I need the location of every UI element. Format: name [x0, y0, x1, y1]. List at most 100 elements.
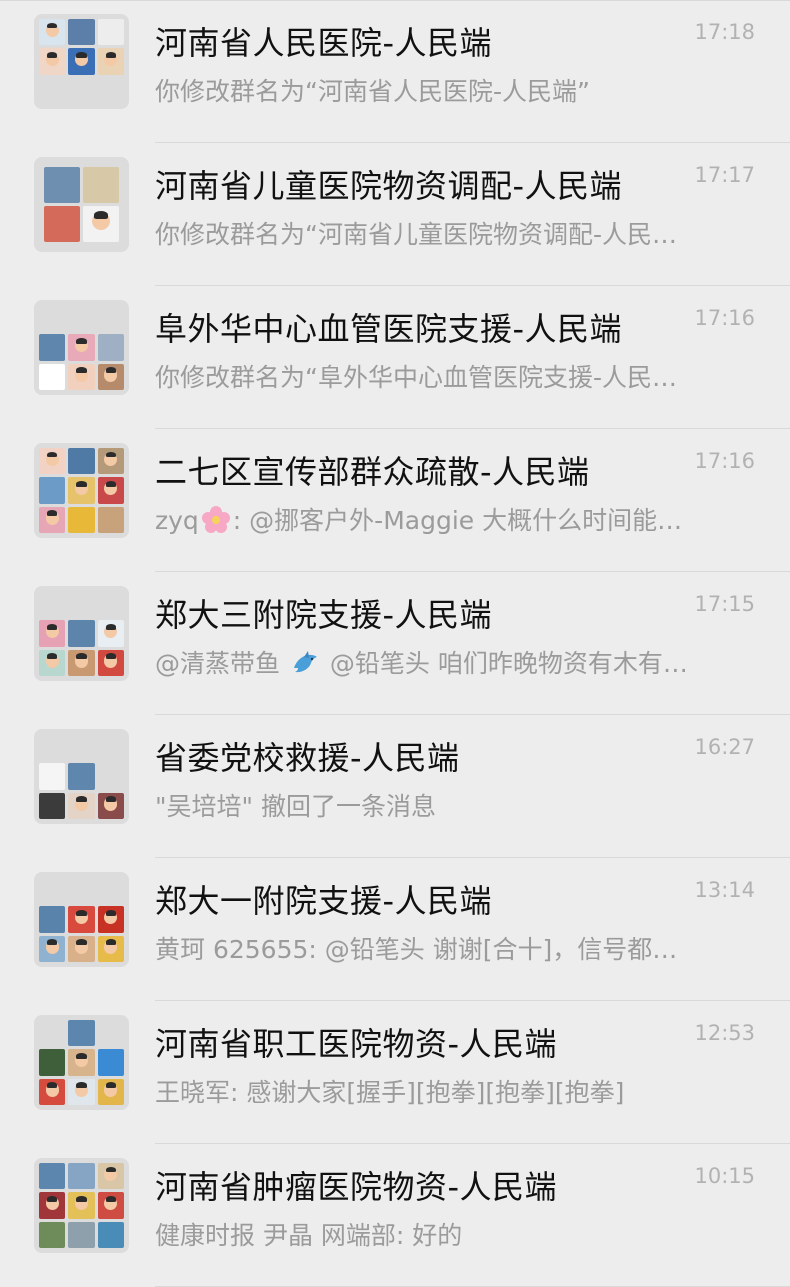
chat-row-party-school-rescue[interactable]: 省委党校救援-人民端 16:27 "吴培培" 撤回了一条消息	[0, 715, 790, 858]
avatar-tile	[68, 649, 95, 676]
avatar-tile	[39, 477, 66, 504]
avatar-tile	[68, 1020, 95, 1047]
avatar-tile	[68, 906, 95, 933]
avatar-tile	[97, 48, 124, 75]
avatar-tile	[97, 935, 124, 962]
chat-name: 二七区宣传部群众疏散-人民端	[155, 453, 590, 491]
chat-name: 省委党校救援-人民端	[155, 739, 460, 777]
avatar-tile	[83, 206, 119, 242]
chat-row-fuwai-central-china-hospital[interactable]: 阜外华中心血管医院支援-人民端 17:16 你修改群名为“阜外华中心血管医院支援…	[0, 286, 790, 429]
avatar-tile	[68, 792, 95, 819]
chat-time: 12:53	[694, 1021, 755, 1045]
chat-time: 16:27	[694, 735, 755, 759]
avatar-tile	[97, 19, 124, 46]
chat-preview: @清蒸带鱼 @铅笔头 咱们昨晚物资有木有…	[155, 644, 750, 680]
avatar-tile	[44, 167, 80, 203]
chat-preview: 你修改群名为“河南省人民医院-人民端”	[155, 77, 590, 106]
preview-text: : @挪客户外-Maggie 大概什么时间能…	[232, 506, 683, 535]
preview-sender: zyq	[155, 506, 199, 535]
group-avatar	[34, 1158, 129, 1253]
avatar-tile	[39, 48, 66, 75]
chat-preview: "吴培培" 撤回了一条消息	[155, 792, 436, 821]
chat-time: 10:15	[694, 1164, 755, 1188]
group-avatar	[34, 14, 129, 109]
avatar-tile	[83, 167, 119, 203]
avatar-tile	[39, 334, 66, 361]
chat-row-henan-provincial-people-hospital[interactable]: 河南省人民医院-人民端 17:18 你修改群名为“河南省人民医院-人民端”	[0, 0, 790, 143]
flower-emoji-icon	[201, 506, 230, 533]
dolphin-emoji-icon	[293, 651, 317, 673]
avatar-tile	[68, 877, 95, 904]
chat-row-zhengda-first-hospital[interactable]: 郑大一附院支援-人民端 13:14 黄珂 625655: @铅笔头 谢谢[合十]…	[0, 858, 790, 1001]
avatar-tile	[39, 620, 66, 647]
chat-time: 17:17	[694, 163, 755, 187]
avatar-tile	[39, 305, 66, 332]
avatar-tile	[68, 334, 95, 361]
group-avatar	[34, 300, 129, 395]
chat-name: 郑大一附院支援-人民端	[155, 882, 493, 920]
avatar-tile	[39, 1163, 66, 1190]
avatar-tile	[39, 649, 66, 676]
avatar-tile	[68, 1078, 95, 1105]
avatar-tile	[39, 734, 66, 761]
chat-row-henan-children-hospital[interactable]: 河南省儿童医院物资调配-人民端 17:17 你修改群名为“河南省儿童医院物资调配…	[0, 143, 790, 286]
group-avatar	[34, 872, 129, 967]
avatar-tile	[97, 649, 124, 676]
chat-preview: 黄珂 625655: @铅笔头 谢谢[合十]，信号都…	[155, 935, 678, 964]
chat-name: 河南省职工医院物资-人民端	[155, 1025, 558, 1063]
chat-row-henan-workers-hospital[interactable]: 河南省职工医院物资-人民端 12:53 王晓军: 感谢大家[握手][抱拳][抱拳…	[0, 1001, 790, 1144]
avatar-tile	[39, 763, 66, 790]
avatar-tile	[39, 506, 66, 533]
avatar-tile	[68, 448, 95, 475]
avatar-tile	[97, 477, 124, 504]
avatar-tile	[39, 19, 66, 46]
avatar-tile	[39, 1192, 66, 1219]
chat-row-henan-cancer-hospital[interactable]: 河南省肿瘤医院物资-人民端 10:15 健康时报 尹晶 网端部: 好的	[0, 1144, 790, 1287]
avatar-tile	[97, 1020, 124, 1047]
preview-mention: @清蒸带鱼	[155, 649, 281, 678]
avatar-tile	[68, 506, 95, 533]
avatar-tile	[97, 334, 124, 361]
chat-preview: zyq : @挪客户外-Maggie 大概什么时间能…	[155, 501, 750, 537]
avatar-tile	[68, 363, 95, 390]
chat-row-erqi-district-publicity[interactable]: 二七区宣传部群众疏散-人民端 17:16 zyq: @挪客户外-Maggie 大…	[0, 429, 790, 572]
chat-time: 17:16	[694, 306, 755, 330]
avatar-tile	[68, 1192, 95, 1219]
avatar-tile	[97, 877, 124, 904]
avatar-tile	[68, 1163, 95, 1190]
avatar-tile	[97, 906, 124, 933]
avatar-tile	[39, 935, 66, 962]
group-avatar	[34, 157, 129, 252]
avatar-tile	[68, 48, 95, 75]
group-avatar	[34, 1015, 129, 1110]
chat-name: 河南省儿童医院物资调配-人民端	[155, 167, 623, 205]
avatar-tile	[68, 1221, 95, 1248]
avatar-tile	[68, 620, 95, 647]
chat-name: 郑大三附院支援-人民端	[155, 596, 493, 634]
avatar-tile	[68, 1049, 95, 1076]
avatar-tile	[97, 1192, 124, 1219]
avatar-tile	[97, 448, 124, 475]
avatar-tile	[97, 506, 124, 533]
avatar-tile	[39, 792, 66, 819]
avatar-tile	[68, 935, 95, 962]
avatar-tile	[97, 363, 124, 390]
avatar-tile	[68, 19, 95, 46]
avatar-tile	[97, 792, 124, 819]
avatar-tile	[39, 906, 66, 933]
avatar-tile	[97, 1221, 124, 1248]
avatar-tile	[97, 620, 124, 647]
avatar-tile	[97, 763, 124, 790]
chat-name: 阜外华中心血管医院支援-人民端	[155, 310, 623, 348]
avatar-tile	[39, 877, 66, 904]
avatar-tile	[68, 763, 95, 790]
group-avatar	[34, 586, 129, 681]
chat-time: 17:18	[694, 20, 755, 44]
chat-name: 河南省人民医院-人民端	[155, 24, 493, 62]
group-avatar	[34, 443, 129, 538]
group-avatar	[34, 729, 129, 824]
avatar-tile	[39, 363, 66, 390]
avatar-tile	[97, 305, 124, 332]
chat-row-zhengda-third-hospital[interactable]: 郑大三附院支援-人民端 17:15 @清蒸带鱼 @铅笔头 咱们昨晚物资有木有…	[0, 572, 790, 715]
avatar-tile	[39, 1049, 66, 1076]
